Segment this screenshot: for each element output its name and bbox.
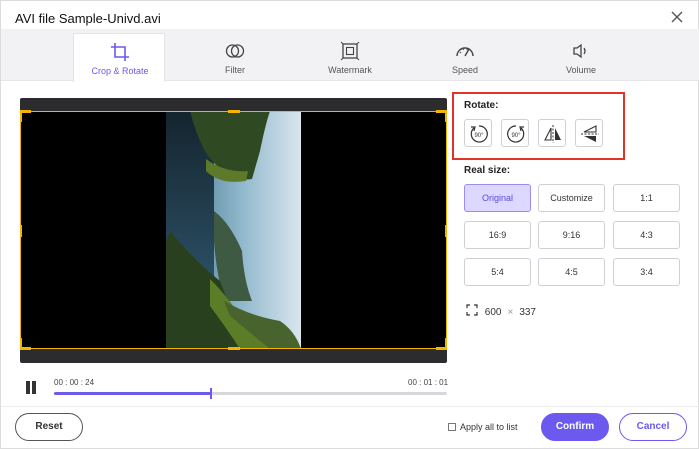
crop-icon [110, 42, 130, 62]
total-time: 00 : 01 : 01 [408, 378, 449, 387]
flip-vertical-button[interactable] [575, 119, 603, 147]
size-option-5-4[interactable]: 5:4 [464, 258, 531, 286]
crop-handle-bottom-right[interactable] [445, 338, 447, 350]
crop-handle-top-left[interactable] [20, 110, 22, 122]
footer-divider [1, 406, 699, 407]
tab-bar: Crop & Rotate Filter Watermark Speed Vol… [1, 29, 699, 82]
size-option-16-9[interactable]: 16:9 [464, 221, 531, 249]
size-option-4-3[interactable]: 4:3 [613, 221, 680, 249]
apply-all-option: Apply all to list [448, 422, 518, 432]
size-option-9-16[interactable]: 9:16 [538, 221, 605, 249]
tab-label: Crop & Rotate [91, 66, 149, 76]
reset-button[interactable]: Reset [15, 413, 83, 441]
size-option-1-1[interactable]: 1:1 [613, 184, 680, 212]
rotate-right-icon: 90° [507, 125, 525, 143]
confirm-button[interactable]: Confirm [541, 413, 609, 441]
size-option-4-5[interactable]: 4:5 [538, 258, 605, 286]
tab-crop-rotate[interactable]: Crop & Rotate [73, 33, 165, 82]
pause-icon[interactable] [25, 381, 37, 394]
filter-icon [225, 41, 245, 61]
rotate-left-button[interactable]: 90° [464, 119, 492, 147]
size-option-3-4[interactable]: 3:4 [613, 258, 680, 286]
close-icon[interactable] [669, 9, 685, 25]
real-size-title: Real size: [464, 165, 511, 176]
video-preview [20, 98, 447, 363]
tab-filter[interactable]: Filter [189, 33, 281, 81]
tab-volume[interactable]: Volume [535, 33, 627, 81]
crop-frame[interactable] [20, 110, 447, 350]
dimensions-readout: 600 × 337 [466, 304, 536, 318]
rotate-left-label: 90° [474, 133, 484, 139]
size-option-customize[interactable]: Customize [538, 184, 605, 212]
crop-handle-top-right[interactable] [445, 110, 447, 122]
rotate-left-icon: 90° [470, 125, 488, 143]
rotate-title: Rotate: [464, 100, 499, 111]
flip-horizontal-icon [544, 125, 561, 143]
tab-watermark[interactable]: Watermark [304, 33, 396, 81]
watermark-icon [340, 41, 360, 61]
apply-all-checkbox[interactable] [448, 423, 456, 431]
crop-handle-right[interactable] [445, 225, 447, 237]
flip-horizontal-button[interactable] [538, 119, 566, 147]
crop-handle-top[interactable] [228, 110, 240, 113]
progress-thumb[interactable] [210, 388, 213, 399]
progress-slider[interactable] [54, 388, 447, 399]
dimension-separator: × [507, 307, 514, 318]
tab-label: Speed [451, 65, 479, 75]
fullscreen-icon [466, 304, 478, 316]
tab-label: Volume [565, 65, 597, 75]
crop-handle-bottom-left[interactable] [20, 338, 22, 350]
tab-label: Watermark [328, 65, 372, 75]
cancel-button[interactable]: Cancel [619, 413, 687, 441]
width-value: 600 [484, 307, 502, 318]
apply-all-label: Apply all to list [460, 422, 518, 432]
size-option-original[interactable]: Original [464, 184, 531, 212]
crop-handle-left[interactable] [20, 225, 22, 237]
tab-label: Filter [225, 65, 245, 75]
current-time: 00 : 00 : 24 [54, 378, 95, 387]
tab-speed[interactable]: Speed [419, 33, 511, 81]
flip-vertical-icon [581, 125, 599, 142]
progress-fill [54, 392, 212, 395]
rotate-right-label: 90° [511, 133, 521, 139]
crop-handle-bottom[interactable] [228, 347, 240, 350]
window-title: AVI file Sample-Univd.avi [15, 11, 161, 26]
volume-icon [571, 41, 591, 61]
crop-rotate-dialog: AVI file Sample-Univd.avi Crop & Rotate … [0, 0, 699, 449]
height-value: 337 [519, 307, 536, 318]
speed-icon [455, 41, 475, 61]
rotate-right-button[interactable]: 90° [501, 119, 529, 147]
